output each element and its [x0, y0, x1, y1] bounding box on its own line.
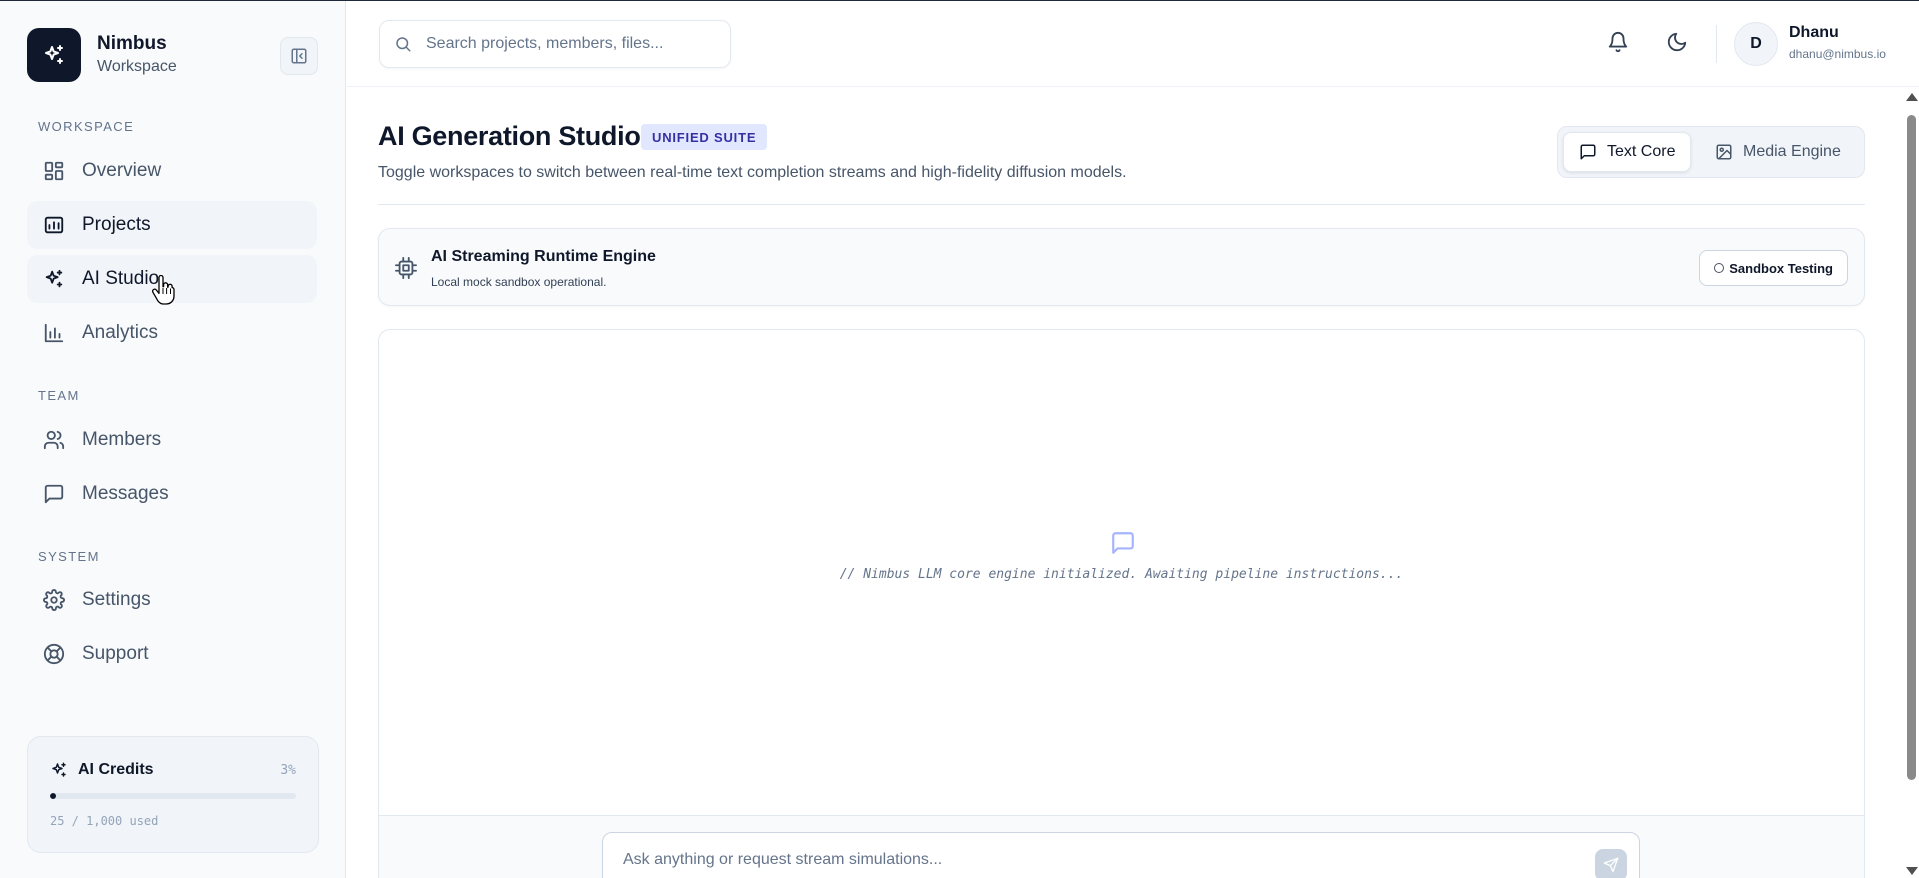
brand-name: Nimbus — [97, 33, 167, 54]
tab-media-engine[interactable]: Media Engine — [1700, 132, 1856, 172]
send-icon — [1603, 857, 1619, 873]
sparkles-icon — [43, 268, 65, 290]
sidebar-item-label: AI Studio — [82, 268, 160, 289]
sparkles-icon — [50, 761, 68, 779]
search-icon — [394, 35, 412, 53]
message-square-icon — [1579, 143, 1597, 161]
page-scrollbar[interactable] — [1904, 87, 1919, 878]
layout-grid-icon — [43, 160, 65, 182]
scrollbar-thumb[interactable] — [1907, 115, 1916, 780]
sandbox-testing-button[interactable]: Sandbox Testing — [1699, 250, 1848, 286]
sidebar-item-label: Members — [82, 429, 162, 450]
bar-chart-icon — [43, 322, 65, 344]
sparkles-logo-icon — [27, 28, 81, 82]
workspace-toggle: Text Core Media Engine — [1557, 126, 1865, 178]
chat-empty-message: // Nimbus LLM core engine initialized. A… — [839, 567, 1404, 582]
engine-status-card: AI Streaming Runtime Engine Local mock s… — [378, 228, 1865, 306]
cpu-chip-icon — [395, 257, 417, 279]
brand[interactable]: Nimbus Workspace — [27, 28, 177, 82]
gear-icon — [43, 589, 65, 611]
chat-composer[interactable] — [602, 832, 1640, 878]
sidebar-item-label: Overview — [82, 160, 162, 181]
sidebar-item-overview[interactable]: Overview — [27, 147, 317, 195]
engine-title: AI Streaming Runtime Engine — [431, 248, 656, 265]
sidebar-item-settings[interactable]: Settings — [27, 576, 317, 624]
tab-text-core[interactable]: Text Core — [1563, 132, 1692, 172]
sidebar-item-projects[interactable]: Projects — [27, 201, 317, 249]
status-dot-icon — [1714, 263, 1725, 273]
page-subtitle: Toggle workspaces to switch between real… — [378, 164, 1127, 181]
ai-credits-used: 25 / 1,000 used — [50, 814, 159, 828]
brand-subtitle: Workspace — [97, 58, 177, 75]
sidebar-item-label: Messages — [82, 483, 169, 504]
page-title: AI Generation Studio — [378, 121, 641, 151]
theme-toggle-button[interactable] — [1666, 31, 1690, 55]
chat-panel: // Nimbus LLM core engine initialized. A… — [378, 329, 1865, 878]
tab-label: Media Engine — [1743, 143, 1841, 160]
sidebar-item-label: Settings — [82, 589, 151, 610]
suite-badge: UNIFIED SUITE — [641, 124, 768, 150]
sidebar-item-label: Analytics — [82, 322, 159, 343]
panel-left-close-icon — [291, 48, 307, 64]
search-box[interactable] — [379, 20, 731, 68]
tab-label: Text Core — [1607, 143, 1676, 160]
sidebar-item-members[interactable]: Members — [27, 416, 317, 464]
ai-credits-title: AI Credits — [78, 761, 154, 778]
chat-input[interactable] — [623, 851, 1573, 869]
user-email: dhanu@nimbus.io — [1789, 47, 1886, 61]
header-divider — [378, 204, 1865, 205]
user-name[interactable]: Dhanu — [1789, 24, 1839, 42]
life-buoy-icon — [43, 643, 65, 665]
sidebar-item-label: Support — [82, 643, 149, 664]
scroll-up-arrow-icon[interactable] — [1906, 93, 1918, 101]
presentation-chart-icon — [43, 214, 65, 236]
image-icon — [1715, 143, 1733, 161]
topbar: D Dhanu dhanu@nimbus.io — [347, 1, 1919, 87]
sidebar-item-support[interactable]: Support — [27, 630, 317, 678]
ai-credits-progress-bar — [50, 793, 296, 799]
engine-subtitle: Local mock sandbox operational. — [431, 275, 607, 289]
sidebar-item-label: Projects — [82, 214, 151, 235]
ai-credits-card: AI Credits 3% 25 / 1,000 used — [27, 736, 319, 853]
avatar[interactable]: D — [1734, 22, 1778, 66]
send-button[interactable] — [1595, 849, 1627, 878]
sidebar-item-analytics[interactable]: Analytics — [27, 309, 317, 357]
moon-icon — [1667, 32, 1687, 52]
collapse-sidebar-button[interactable] — [280, 37, 318, 75]
bell-icon — [1608, 32, 1628, 53]
ai-credits-percent: 3% — [280, 763, 296, 778]
hand-pointer-cursor-icon — [151, 275, 175, 305]
message-square-icon — [1110, 530, 1136, 556]
main-content: AI Generation Studio UNIFIED SUITE Toggl… — [347, 87, 1919, 878]
notifications-button[interactable] — [1607, 31, 1631, 55]
topbar-divider — [1716, 25, 1717, 63]
section-label-workspace: WORKSPACE — [38, 119, 135, 134]
message-square-icon — [43, 483, 65, 505]
users-icon — [43, 429, 65, 451]
sandbox-testing-label: Sandbox Testing — [1729, 260, 1833, 276]
section-label-team: TEAM — [38, 388, 80, 403]
ai-credits-progress-fill — [50, 793, 57, 799]
scroll-down-arrow-icon[interactable] — [1906, 867, 1918, 875]
section-label-system: SYSTEM — [38, 549, 100, 564]
sidebar: Nimbus Workspace WORKSPACE Overview Proj… — [0, 1, 346, 878]
search-input[interactable] — [426, 35, 726, 53]
sidebar-item-messages[interactable]: Messages — [27, 470, 317, 518]
